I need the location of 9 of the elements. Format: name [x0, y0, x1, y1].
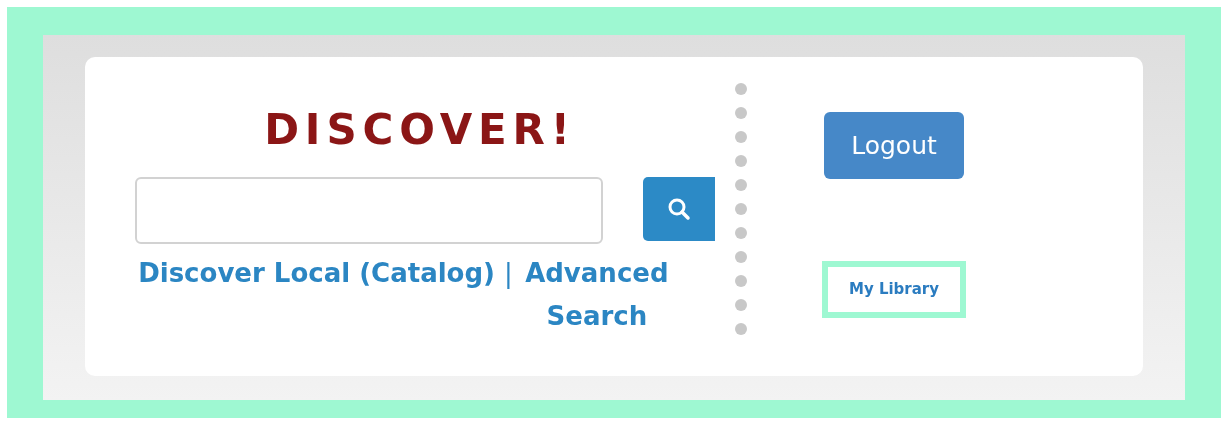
heading: DISCOVER!	[264, 109, 576, 151]
link-separator: |	[504, 258, 513, 288]
nav-link[interactable]: Discover Local (Catalog)	[138, 258, 495, 288]
logout-button[interactable]: Logout	[824, 112, 964, 179]
nav-link[interactable]: Advanced Search	[521, 252, 672, 338]
search-icon	[667, 197, 691, 221]
search-field[interactable]	[135, 177, 603, 244]
search-button[interactable]	[643, 177, 715, 241]
my-library-link[interactable]: My Library	[848, 278, 940, 301]
